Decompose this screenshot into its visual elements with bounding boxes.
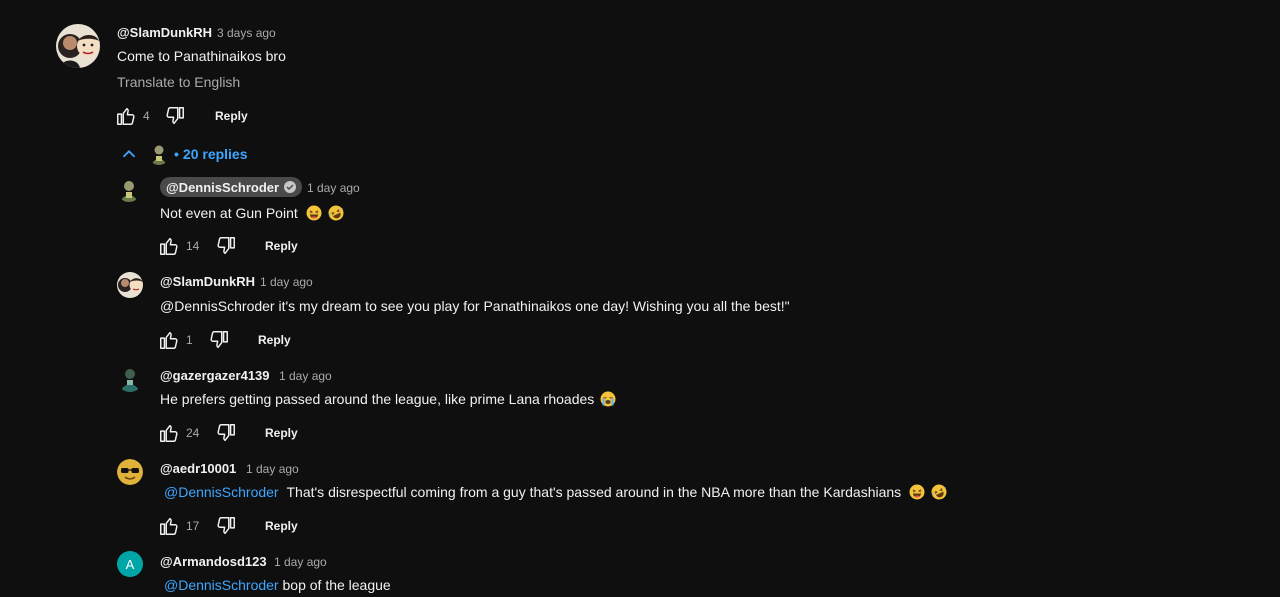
reply-button[interactable]: Reply (258, 333, 291, 347)
reply-button[interactable]: Reply (265, 239, 298, 253)
comment-text-body: Not even at Gun Point (160, 205, 298, 221)
comment-timestamp[interactable]: 1 day ago (260, 275, 313, 289)
like-button[interactable] (158, 329, 180, 351)
comment-timestamp[interactable]: 1 day ago (274, 555, 327, 569)
comments-section: @SlamDunkRH 3 days ago Come to Panathina… (0, 0, 1280, 597)
reply-button[interactable]: Reply (265, 426, 298, 440)
comment-author[interactable]: @DennisSchroder (166, 180, 279, 195)
like-count: 17 (186, 519, 200, 533)
dislike-button[interactable] (215, 235, 237, 257)
avatar[interactable] (117, 366, 143, 392)
comment-text-body: That's disrespectful coming from a guy t… (286, 484, 902, 500)
replies-toggle-button[interactable]: • 20 replies (118, 142, 248, 166)
avatar[interactable] (117, 459, 143, 485)
comment-timestamp[interactable]: 1 day ago (246, 462, 299, 476)
comment-text: @DennisSchroder bop of the league (164, 577, 391, 593)
mention-link[interactable]: @DennisSchroder (164, 484, 279, 500)
translate-link[interactable]: Translate to English (117, 74, 240, 90)
grinning-squinting-face-icon (909, 484, 925, 500)
avatar-image-icon (117, 459, 143, 485)
verified-check-icon (284, 181, 297, 193)
chevron-up-icon (122, 149, 136, 158)
comment-text: Come to Panathinaikos bro (117, 48, 286, 64)
like-button[interactable] (158, 422, 180, 444)
grinning-squinting-face-icon (306, 205, 322, 221)
like-count: 4 (143, 109, 150, 123)
separator-dot: • (174, 146, 179, 162)
dislike-button[interactable] (208, 329, 230, 351)
avatar-image-icon (117, 178, 141, 202)
avatar[interactable]: A (117, 551, 143, 577)
comment-timestamp[interactable]: 3 days ago (217, 26, 276, 40)
avatar-image-icon (117, 272, 143, 298)
comment-text: @DennisSchroder That's disrespectful com… (164, 484, 947, 500)
like-count: 24 (186, 426, 200, 440)
comment-author[interactable]: @aedr10001 (160, 461, 236, 476)
like-count: 14 (186, 239, 200, 253)
like-button[interactable] (158, 515, 180, 537)
creator-avatar-icon (148, 143, 170, 165)
comment-timestamp[interactable]: 1 day ago (279, 369, 332, 383)
like-button[interactable] (158, 235, 180, 257)
avatar[interactable] (117, 272, 143, 298)
avatar[interactable] (56, 24, 100, 68)
creator-author-badge[interactable]: @DennisSchroder (160, 177, 303, 197)
avatar[interactable] (117, 178, 141, 202)
like-count: 1 (186, 333, 193, 347)
mention-link[interactable]: @DennisSchroder (164, 577, 279, 593)
loudly-crying-face-icon (600, 391, 616, 407)
comment-author[interactable]: @SlamDunkRH (117, 25, 212, 40)
reply-button[interactable]: Reply (215, 109, 248, 123)
avatar-image-icon (56, 24, 100, 68)
reply-button[interactable]: Reply (265, 519, 298, 533)
comment-text-body: bop of the league (282, 577, 391, 593)
dislike-button[interactable] (164, 105, 186, 127)
comment-author[interactable]: @gazergazer4139 (160, 368, 270, 383)
dislike-button[interactable] (215, 422, 237, 444)
comment-text: Not even at Gun Point (160, 205, 344, 221)
comment-text: He prefers getting passed around the lea… (160, 391, 616, 407)
comment-author[interactable]: @SlamDunkRH (160, 274, 255, 289)
like-button[interactable] (115, 105, 137, 127)
rolling-on-floor-laughing-icon (328, 205, 344, 221)
rolling-on-floor-laughing-icon (931, 484, 947, 500)
comment-text-body: He prefers getting passed around the lea… (160, 391, 595, 407)
comment-text: @DennisSchroder it's my dream to see you… (160, 298, 790, 314)
comment-timestamp[interactable]: 1 day ago (307, 181, 360, 195)
comment-author[interactable]: @Armandosd123 (160, 554, 267, 569)
avatar-letter: A (125, 556, 135, 572)
replies-count[interactable]: 20 replies (183, 146, 248, 162)
dislike-button[interactable] (215, 515, 237, 537)
avatar-image-icon (117, 366, 143, 392)
